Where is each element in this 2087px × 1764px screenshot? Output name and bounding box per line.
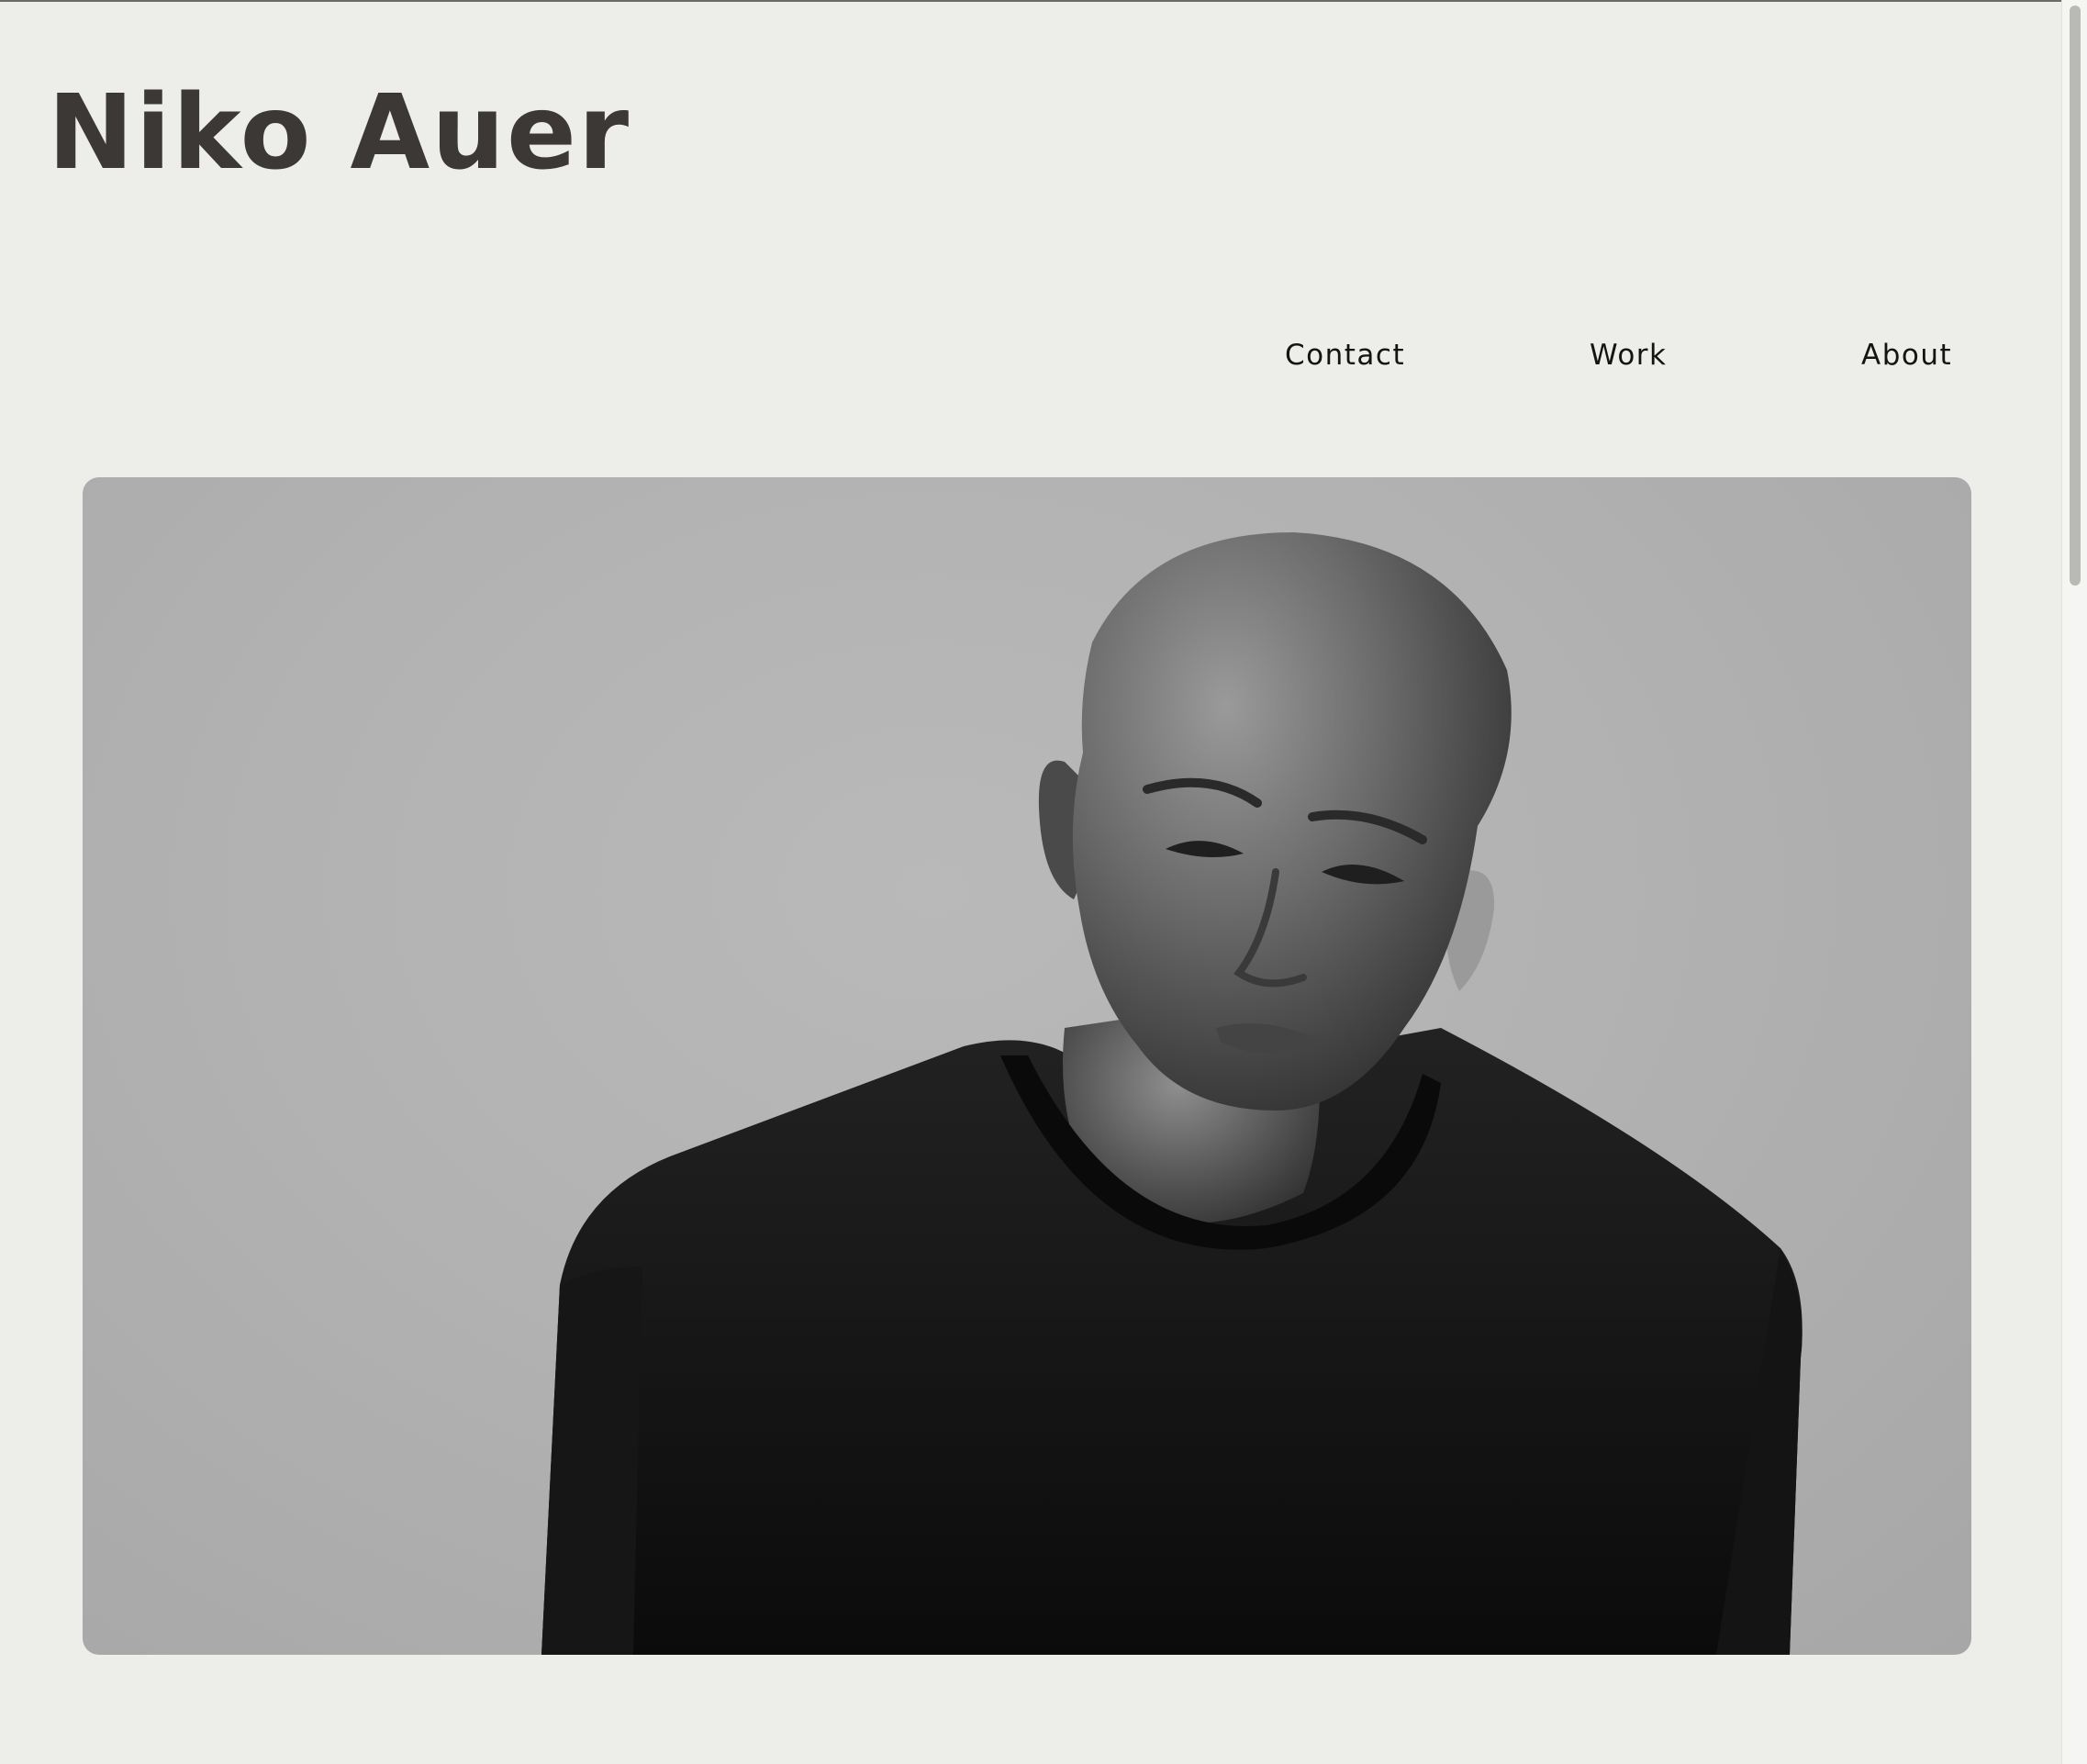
main-nav: Contact Work About: [0, 332, 2087, 378]
scrollbar-thumb[interactable]: [2070, 6, 2081, 586]
nav-work-link[interactable]: Work: [1590, 332, 1668, 378]
top-border: [0, 0, 2087, 2]
nav-about-link[interactable]: About: [1861, 332, 1952, 378]
vertical-scrollbar[interactable]: [2061, 0, 2087, 1764]
hero-portrait-photo: [83, 477, 1971, 1655]
nav-contact-link[interactable]: Contact: [1285, 332, 1405, 378]
site-title[interactable]: Niko Auer: [48, 64, 631, 202]
portrait-photo-icon: [541, 532, 1802, 1655]
